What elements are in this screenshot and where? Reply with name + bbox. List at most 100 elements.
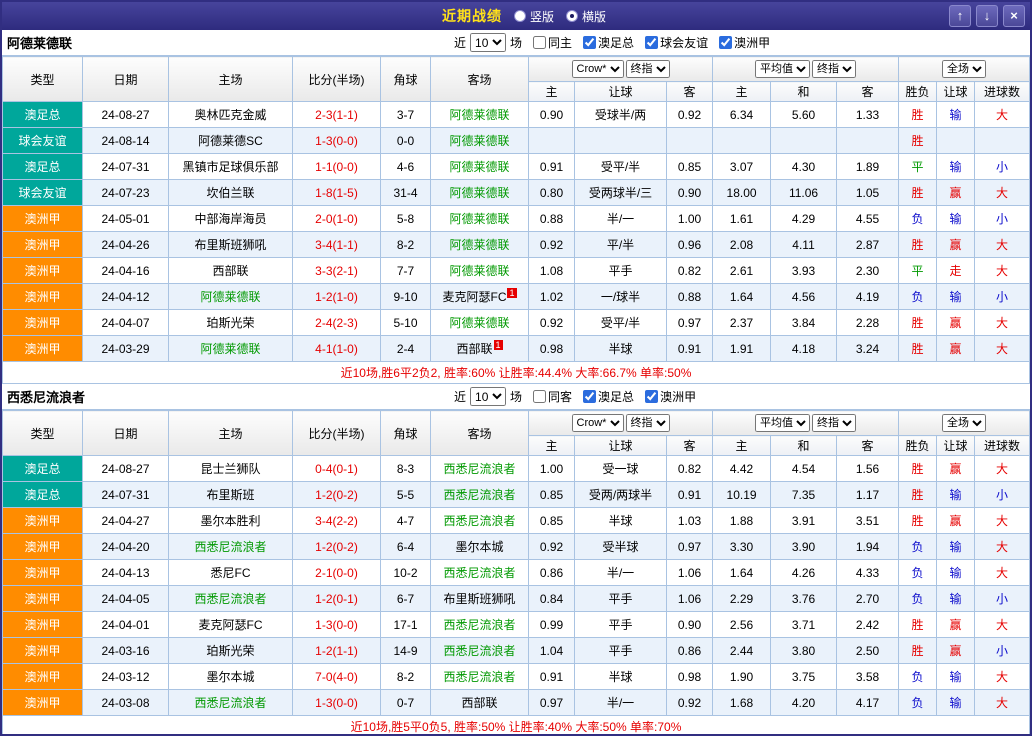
filter-option[interactable]: 同主 xyxy=(533,34,572,51)
corners: 14-9 xyxy=(381,638,431,664)
away-team: 西悉尼流浪者 xyxy=(431,612,529,638)
euro-away-odds: 3.51 xyxy=(837,508,899,534)
match-date: 24-08-27 xyxy=(83,456,169,482)
euro-draw-odds: 3.84 xyxy=(771,310,837,336)
filter-checkbox[interactable] xyxy=(719,36,732,49)
vertical-radio-icon[interactable] xyxy=(514,10,526,22)
home-team: 黑镇市足球俱乐部 xyxy=(169,154,293,180)
euro-draw-odds: 3.91 xyxy=(771,508,837,534)
team-section: 西悉尼流浪者 近 10 场 同客澳足总澳洲甲 类型 日期 主场 xyxy=(2,384,1030,736)
match-count-select[interactable]: 10 xyxy=(470,387,506,406)
asia-handicap: 平手 xyxy=(575,258,667,284)
league-badge: 澳足总 xyxy=(3,482,83,508)
league-badge: 球会友谊 xyxy=(3,128,83,154)
red-card-badge: 1 xyxy=(494,340,503,350)
red-card-badge: 1 xyxy=(507,288,516,298)
filter-checkbox[interactable] xyxy=(583,390,596,403)
focus-team-name: 阿德莱德联 xyxy=(449,238,509,252)
match-row: 澳洲甲 24-04-12 阿德莱德联 1-2(1-0) 9-10 麦克阿瑟FC1… xyxy=(3,284,1030,310)
filter-checkbox[interactable] xyxy=(645,390,658,403)
filter-option[interactable]: 同客 xyxy=(533,388,572,405)
asia-handicap: 受两/两球半 xyxy=(575,482,667,508)
away-team: 麦克阿瑟FC1 xyxy=(431,284,529,310)
euro-home-odds: 1.90 xyxy=(713,664,771,690)
result: 负 xyxy=(899,206,937,232)
scope-select[interactable]: 全场 xyxy=(942,414,986,432)
filter-option[interactable]: 澳足总 xyxy=(583,388,634,405)
home-team: 麦克阿瑟FC xyxy=(169,612,293,638)
match-date: 24-04-07 xyxy=(83,310,169,336)
handicap-result: 输 xyxy=(937,690,975,716)
match-date: 24-03-12 xyxy=(83,664,169,690)
handicap-result: 赢 xyxy=(937,638,975,664)
asia-away-odds: 0.91 xyxy=(667,482,713,508)
euro-source-select[interactable]: 平均值 xyxy=(755,60,810,78)
layout-vertical-option[interactable]: 竖版 xyxy=(514,8,554,25)
match-count-select[interactable]: 10 xyxy=(470,33,506,52)
filter-option[interactable]: 澳洲甲 xyxy=(719,34,770,51)
handicap-result: 走 xyxy=(937,258,975,284)
match-date: 24-04-13 xyxy=(83,560,169,586)
subcol-header: 客 xyxy=(837,436,899,456)
asia-away-odds: 0.97 xyxy=(667,310,713,336)
horizontal-radio-icon[interactable] xyxy=(566,10,578,22)
match-date: 24-07-31 xyxy=(83,154,169,180)
filter-option[interactable]: 球会友谊 xyxy=(645,34,708,51)
result: 负 xyxy=(899,586,937,612)
league-badge: 澳洲甲 xyxy=(3,664,83,690)
score: 1-3(0-0) xyxy=(293,612,381,638)
home-team: 中部海岸海员 xyxy=(169,206,293,232)
filter-checkbox[interactable] xyxy=(645,36,658,49)
bookmaker-select[interactable]: Crow* xyxy=(572,414,624,432)
bookmaker-select[interactable]: Crow* xyxy=(572,60,624,78)
euro-time-select[interactable]: 终指 xyxy=(812,60,856,78)
away-team: 墨尔本城 xyxy=(431,534,529,560)
filter-checkbox[interactable] xyxy=(533,390,546,403)
close-button[interactable]: × xyxy=(1003,5,1025,27)
scroll-up-button[interactable]: ↑ xyxy=(949,5,971,27)
scope-select[interactable]: 全场 xyxy=(942,60,986,78)
focus-team-name: 阿德莱德联 xyxy=(449,316,509,330)
match-date: 24-04-20 xyxy=(83,534,169,560)
filter-checkbox[interactable] xyxy=(583,36,596,49)
home-team: 墨尔本胜利 xyxy=(169,508,293,534)
filter-label: 球会友谊 xyxy=(660,34,708,51)
home-team: 墨尔本城 xyxy=(169,664,293,690)
asia-home-odds: 0.80 xyxy=(529,180,575,206)
league-badge: 澳洲甲 xyxy=(3,508,83,534)
match-date: 24-07-23 xyxy=(83,180,169,206)
asia-time-select[interactable]: 终指 xyxy=(626,414,670,432)
result: 平 xyxy=(899,258,937,284)
euro-away-odds: 2.28 xyxy=(837,310,899,336)
euro-away-odds: 2.30 xyxy=(837,258,899,284)
scroll-down-button[interactable]: ↓ xyxy=(976,5,998,27)
corners: 5-5 xyxy=(381,482,431,508)
handicap-result: 赢 xyxy=(937,612,975,638)
goals-result: 大 xyxy=(975,664,1030,690)
euro-away-odds: 2.50 xyxy=(837,638,899,664)
league-badge: 澳洲甲 xyxy=(3,612,83,638)
team-section: 阿德莱德联 近 10 场 同主澳足总球会友谊澳洲甲 类型 日期 主场 xyxy=(2,30,1030,384)
subcol-header: 和 xyxy=(771,82,837,102)
euro-away-odds: 2.70 xyxy=(837,586,899,612)
match-row: 澳洲甲 24-04-27 墨尔本胜利 3-4(2-2) 4-7 西悉尼流浪者 0… xyxy=(3,508,1030,534)
filter-option[interactable]: 澳足总 xyxy=(583,34,634,51)
filter-checkbox[interactable] xyxy=(533,36,546,49)
goals-result: 小 xyxy=(975,206,1030,232)
away-team: 西悉尼流浪者 xyxy=(431,638,529,664)
handicap-result: 赢 xyxy=(937,232,975,258)
euro-draw-odds: 7.35 xyxy=(771,482,837,508)
euro-source-select[interactable]: 平均值 xyxy=(755,414,810,432)
euro-away-odds: 1.05 xyxy=(837,180,899,206)
horizontal-radio-label: 横版 xyxy=(582,8,606,25)
layout-horizontal-option[interactable]: 横版 xyxy=(566,8,606,25)
euro-time-select[interactable]: 终指 xyxy=(812,414,856,432)
euro-away-odds: 1.56 xyxy=(837,456,899,482)
filter-option[interactable]: 澳洲甲 xyxy=(645,388,696,405)
league-badge: 澳足总 xyxy=(3,102,83,128)
euro-home-odds: 1.61 xyxy=(713,206,771,232)
asia-time-select[interactable]: 终指 xyxy=(626,60,670,78)
away-team: 西悉尼流浪者 xyxy=(431,664,529,690)
asia-handicap: 受球半/两 xyxy=(575,102,667,128)
goals-result: 大 xyxy=(975,232,1030,258)
